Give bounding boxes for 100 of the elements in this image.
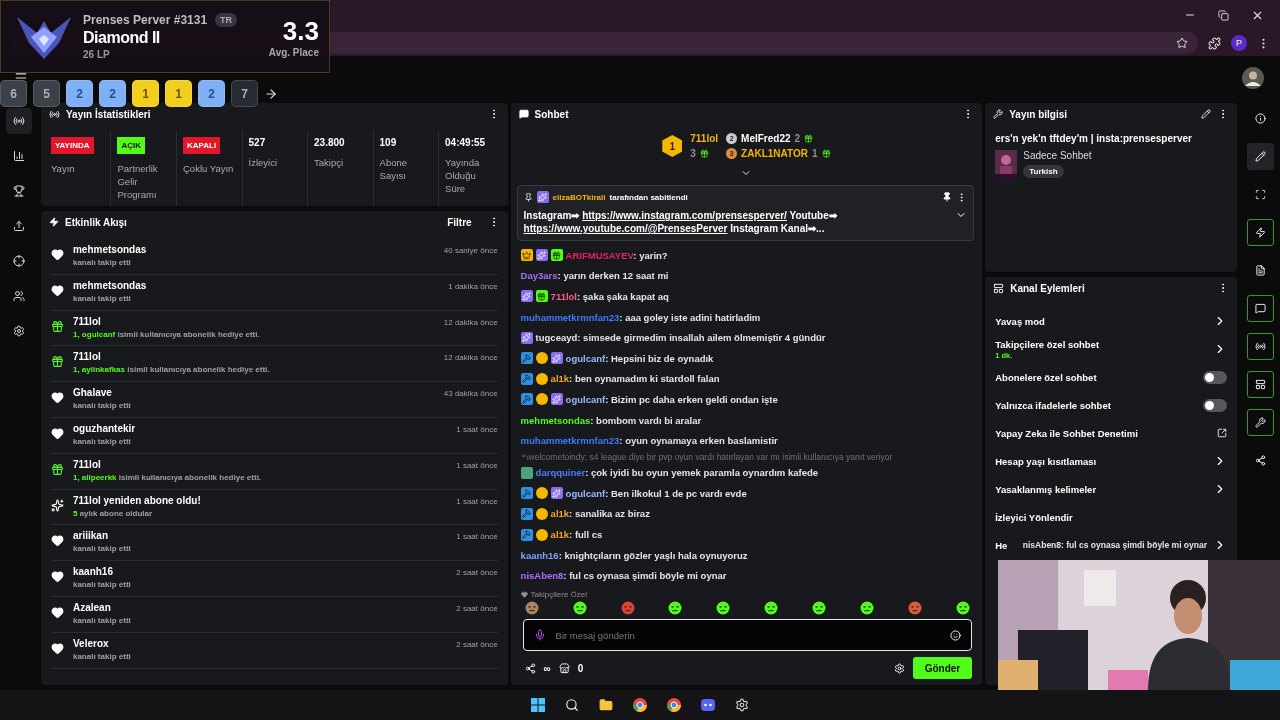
action-label[interactable]: Yapay Zeka ile Sohbet Denetimi — [995, 427, 1211, 439]
level-icon — [535, 352, 548, 365]
chat-icon — [518, 109, 529, 119]
heart-icon — [51, 427, 65, 440]
points-value: ∞ — [543, 662, 551, 674]
emote-icon[interactable] — [956, 601, 971, 615]
stat-label: İzleyici — [248, 156, 279, 169]
action-label[interactable]: İzleyici Yönlendir — [995, 511, 1227, 523]
chat-message: muhammetkrmnfan23: aaa goley iste adini hatirladim — [520, 311, 761, 323]
restore-icon[interactable] — [1218, 9, 1229, 21]
link[interactable]: https://www.instagram.com/prensesperver/ — [582, 210, 787, 221]
event-detail: kanalı takip etti — [72, 615, 132, 625]
store-icon[interactable] — [558, 662, 570, 674]
event-time: 12 dakika önce — [443, 316, 498, 327]
event-time: 1 saat önce — [456, 495, 498, 506]
toolbar-button[interactable] — [1246, 295, 1274, 322]
action-label[interactable]: Hesap yaşı kısıtlaması — [995, 455, 1207, 467]
toggle-switch[interactable] — [1203, 370, 1227, 384]
emoji-icon[interactable] — [950, 629, 962, 641]
event-detail: 1, allpeerkk isimli kullanıcıya abonelik hediye etti. — [72, 472, 263, 482]
crown-icon — [520, 249, 533, 262]
toggle-switch[interactable] — [1203, 398, 1227, 412]
emote-icon[interactable] — [860, 601, 875, 615]
mic-icon[interactable] — [533, 629, 546, 641]
avatar[interactable] — [1242, 67, 1264, 89]
level-icon — [535, 393, 548, 406]
placement-tile: 5 — [33, 80, 60, 107]
event-title: mehmetsondas — [72, 279, 148, 291]
message-field[interactable]: Bir mesaj gönderin — [553, 628, 943, 642]
chat-message: muhammetkrmnfan23: oyun oynamaya erken baslamistir — [520, 435, 778, 447]
gift-icon — [699, 149, 709, 158]
toolbar-button[interactable] — [1246, 371, 1274, 398]
broadcast-icon — [48, 108, 60, 120]
profile-avatar[interactable]: P — [1231, 35, 1247, 51]
filter-button[interactable]: Filtre — [447, 216, 472, 228]
emote-icon[interactable] — [764, 601, 779, 615]
link[interactable]: https://www.youtube.com/@PrensesPerver — [523, 223, 728, 234]
emote-icon[interactable] — [668, 601, 683, 615]
hammer-icon — [520, 372, 533, 385]
settings-icon[interactable] — [893, 662, 905, 674]
event-detail: kanalı takip etti — [72, 544, 132, 554]
event-detail: 1, aylinkafkas isimli kullanıcıya abonelik hediye etti. — [72, 365, 271, 375]
edit-icon[interactable] — [1201, 109, 1211, 119]
heart-icon — [520, 591, 528, 598]
status-badge: AÇIK — [117, 137, 146, 154]
emote-icon[interactable] — [524, 601, 539, 615]
action-label[interactable]: Takipçilere özel sohbet — [995, 338, 1207, 350]
emote-icon[interactable] — [572, 601, 587, 615]
event-title: 711lol — [72, 458, 102, 470]
event-time: 2 saat önce — [456, 567, 498, 578]
emote-icon[interactable] — [716, 601, 731, 615]
toolbar-button[interactable] — [1246, 219, 1274, 246]
reply-note: welcometoindy: s4 league diye bir pvp oyun vardı hatırlayan var mı isimli kullanıcıya yanıt veriyor — [528, 451, 893, 462]
toolbar-button[interactable] — [1246, 409, 1274, 436]
toolbar-button[interactable] — [1246, 143, 1274, 170]
heart-icon — [51, 248, 65, 261]
info-icon — [1254, 113, 1266, 124]
event-detail: 5 aylık abone oldular — [72, 508, 154, 518]
heart-icon — [51, 283, 65, 297]
bolt-icon — [48, 217, 59, 227]
level-icon — [535, 507, 548, 520]
placement-tile: 2 — [99, 80, 126, 107]
chat-caption: nisAben8: ful cs oynasa şimdi böyle mi oynar — [1022, 540, 1207, 550]
level-icon — [535, 487, 548, 500]
external-link-icon[interactable] — [1217, 428, 1227, 438]
event-title: 711lol yeniden abone oldu! — [72, 494, 202, 506]
event-title: ariiikan — [72, 530, 109, 542]
chat-message: tugceayd: simsede girmedim insallah ailem ölmemiştir 4 gündür — [535, 332, 826, 344]
chat-message: ogulcanf: Ben ilkokul 1 de pc vardı evde — [565, 487, 747, 499]
event-detail: kanalı takip etti — [72, 401, 132, 411]
action-label[interactable]: Yasaklanmış kelimeler — [995, 483, 1207, 495]
gift-count: 2 — [794, 133, 801, 144]
event-time: 1 dakika önce — [448, 280, 498, 291]
action-label[interactable]: Abonelere özel sohbet — [995, 371, 1197, 383]
extension-icon[interactable] — [1208, 36, 1221, 50]
users-icon — [13, 290, 25, 302]
pinned-note: tarafından sabitlendi — [609, 192, 689, 202]
pin-icon — [523, 192, 533, 202]
status-badge: KAPALI — [183, 137, 221, 154]
action-label[interactable]: He — [995, 539, 1017, 551]
heart-icon — [51, 570, 65, 584]
pinned-text: Instagram➡ https://www.instagram.com/prensesperver/ Youtube➡ https://www.youtube.com/@PrensesPerver Instagram Kanal➡... — [523, 209, 838, 235]
star-icon[interactable] — [1176, 37, 1188, 49]
send-button[interactable]: Gönder — [912, 657, 973, 679]
category-name: Sadece Sohbet — [1023, 150, 1092, 161]
message-input[interactable]: Bir mesaj gönderin — [522, 619, 973, 651]
toolbar-button[interactable] — [1246, 333, 1274, 360]
unpin-icon[interactable] — [942, 192, 953, 202]
action-label[interactable]: Yalnızca ifadelerle sohbet — [995, 399, 1197, 411]
region-badge: TR — [215, 13, 238, 27]
emote-icon[interactable] — [812, 601, 827, 615]
sidebar-button[interactable] — [6, 108, 32, 134]
average-value: 3.3 — [282, 15, 319, 47]
event-time: 2 saat önce — [456, 638, 498, 649]
hammer-icon — [520, 507, 533, 520]
action-label[interactable]: Yavaş mod — [995, 315, 1207, 327]
hammer-icon — [520, 393, 533, 406]
stat-value: 527 — [248, 137, 267, 148]
gift-count: 3 — [690, 148, 696, 159]
panel-title: Yayın bilgisi — [1009, 108, 1069, 120]
